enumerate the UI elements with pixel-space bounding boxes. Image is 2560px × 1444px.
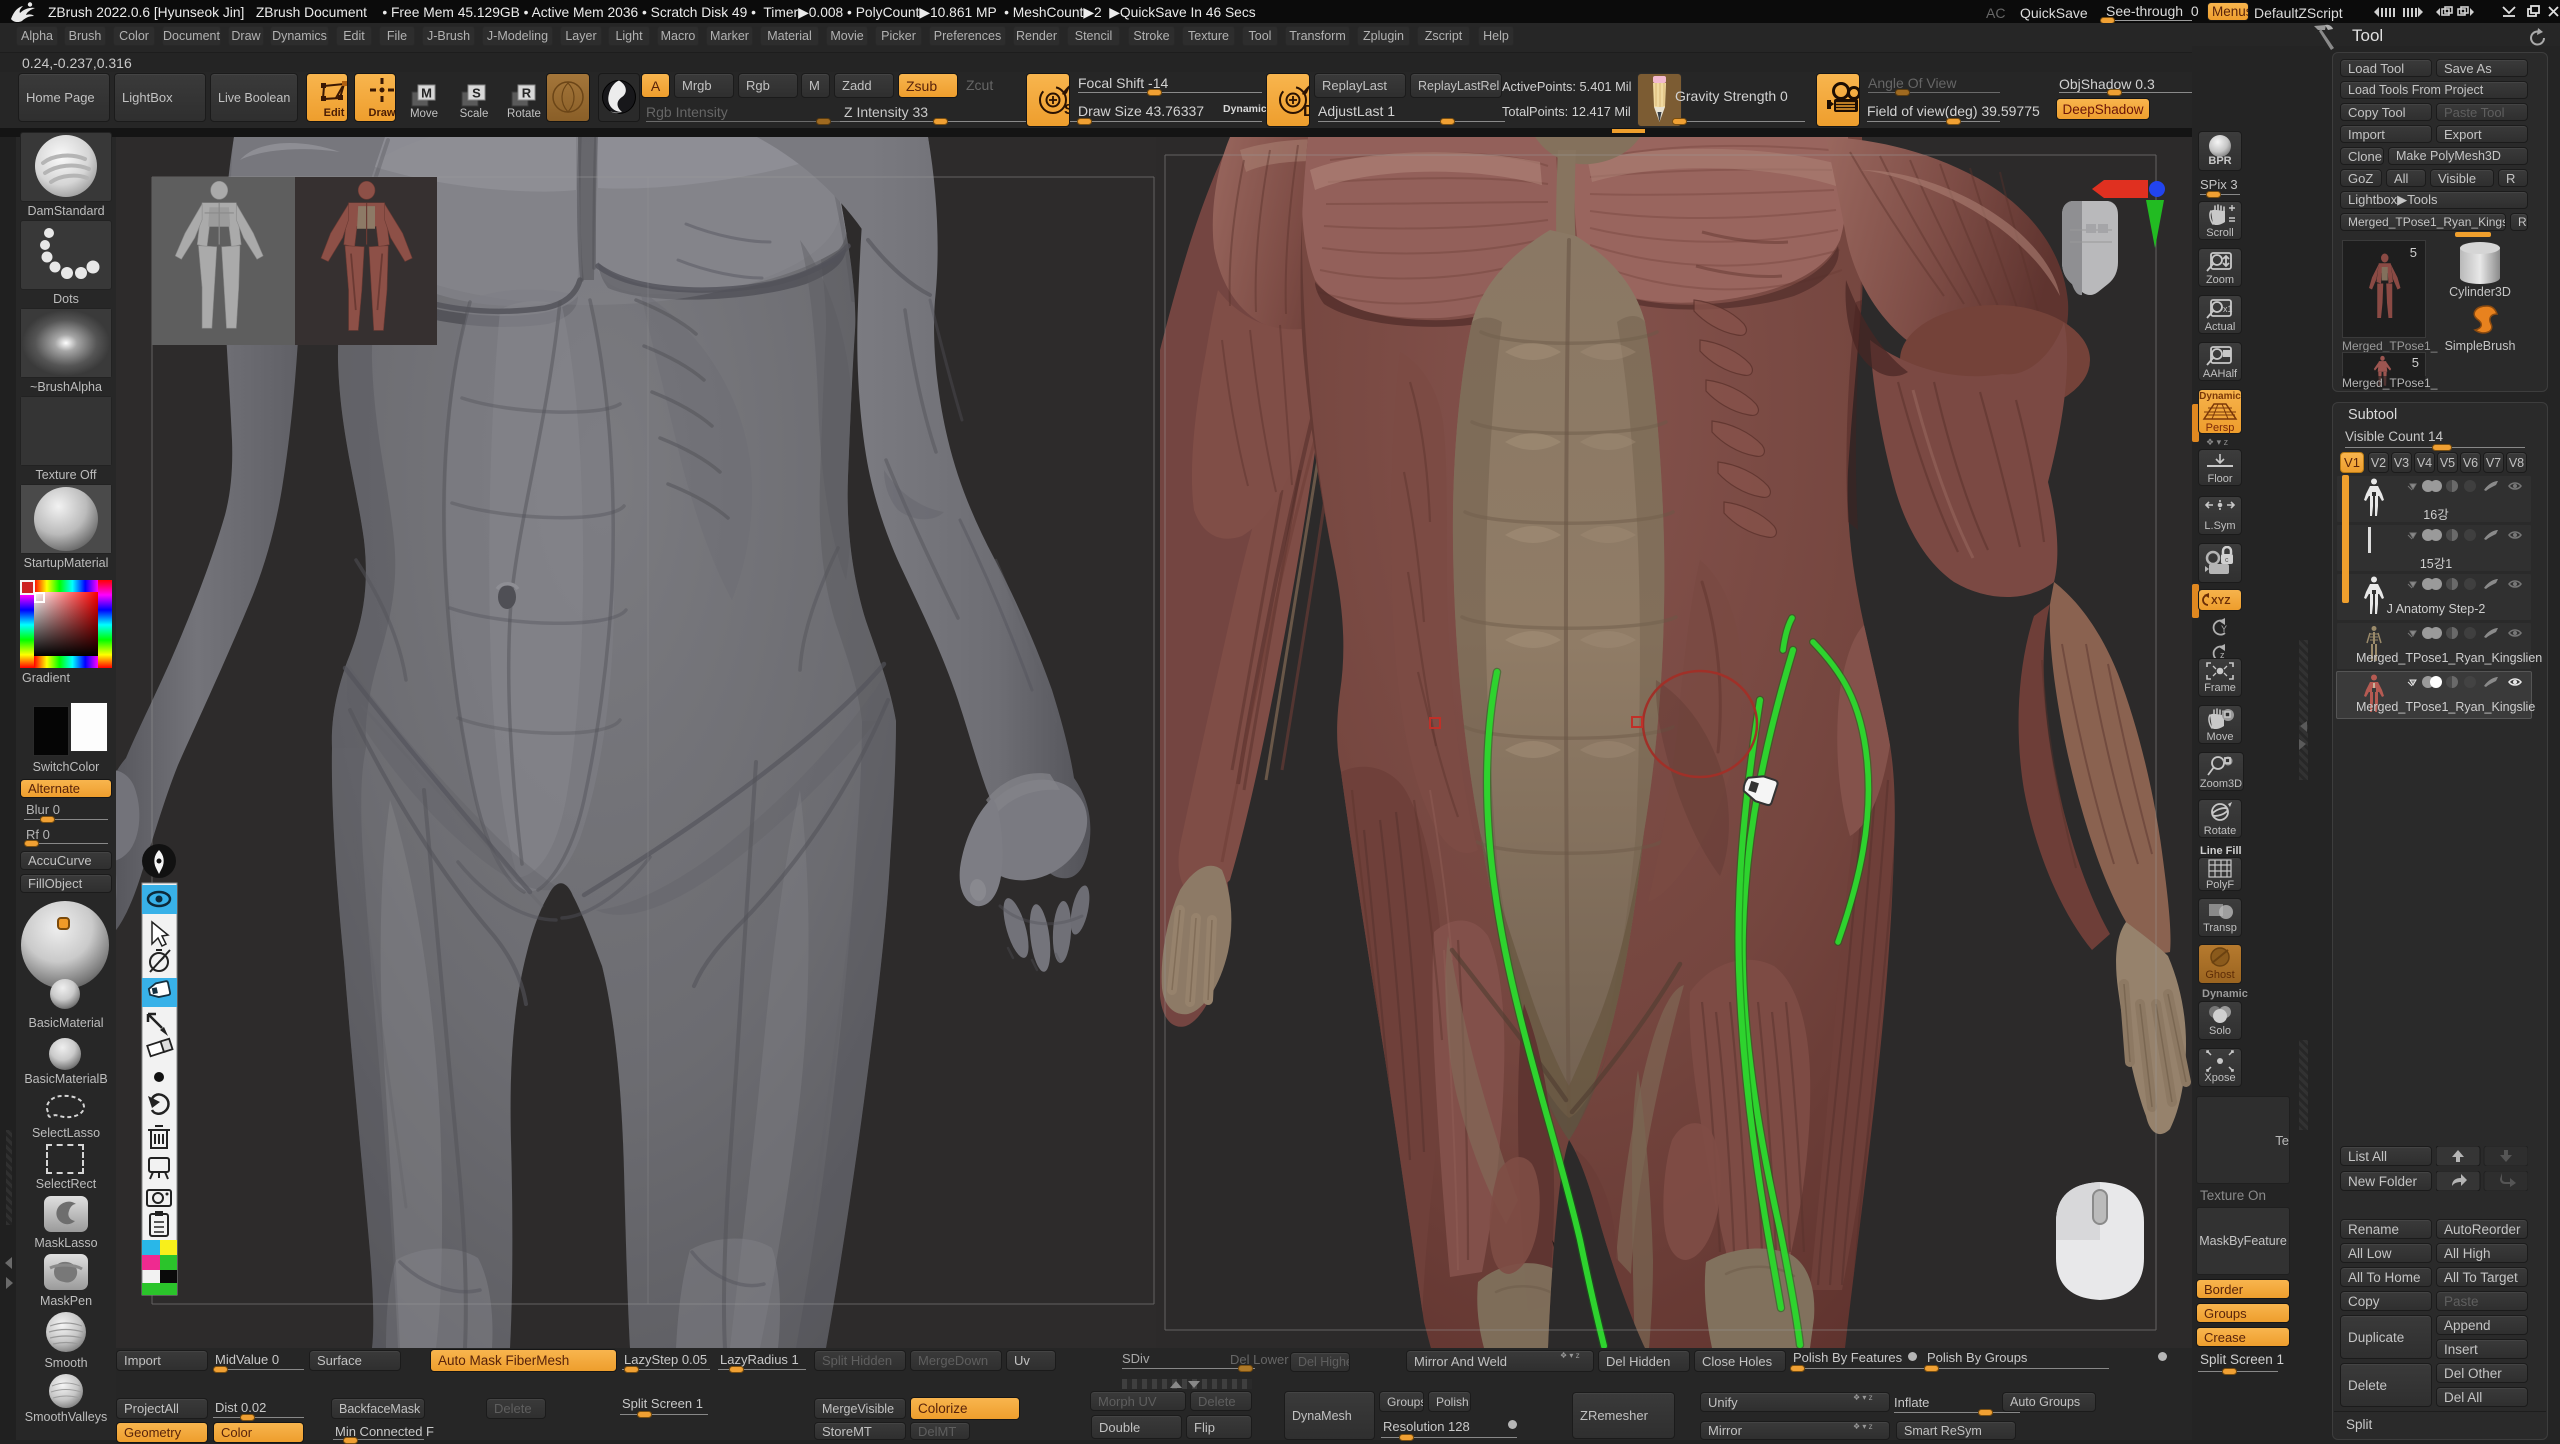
svg-text:D: D [1303, 103, 1310, 120]
svg-text:Scale: Scale [460, 108, 489, 120]
svg-text:M: M [421, 86, 432, 101]
svg-text:Edit: Edit [324, 107, 345, 119]
svg-text:Move: Move [410, 108, 438, 120]
svg-text:R: R [522, 86, 532, 101]
svg-text:c: c [2225, 557, 2229, 564]
svg-text:Draw: Draw [369, 107, 396, 119]
svg-text:XYZ: XYZ [2211, 596, 2230, 607]
svg-text:Rotate: Rotate [507, 108, 541, 120]
svg-text:S: S [472, 86, 481, 101]
svg-text:S: S [1064, 101, 1070, 118]
svg-text:5: 5 [2410, 245, 2417, 260]
svg-text:x1: x1 [2223, 304, 2233, 314]
svg-text:Y: Y [2221, 624, 2227, 634]
svg-text:5: 5 [2412, 355, 2419, 370]
